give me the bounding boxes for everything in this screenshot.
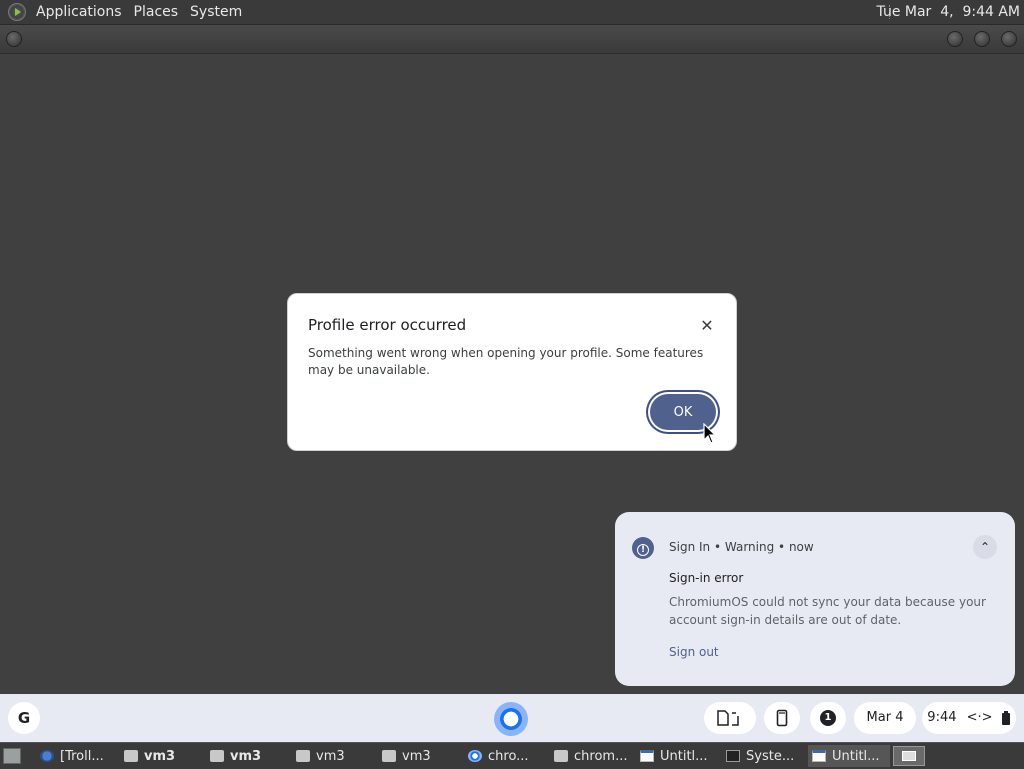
window-icon: [812, 750, 826, 762]
folder-icon: [210, 750, 224, 762]
warning-icon: !: [632, 537, 654, 559]
sign-in-notification[interactable]: ! Sign In • Warning • now ⌃ Sign-in erro…: [615, 512, 1015, 686]
taskbar-item-label: chrom...: [574, 748, 628, 764]
mouse-cursor-icon: [703, 423, 717, 444]
window-menu-button[interactable]: [6, 31, 22, 47]
bottom-taskbar: [Troll... vm3 vm3 vm3 vm3 chro... chrom.…: [0, 742, 1024, 769]
close-window-button[interactable]: [1001, 31, 1017, 47]
folder-icon: [382, 750, 396, 762]
taskbar-item-label: vm3: [402, 748, 431, 764]
holding-space-button[interactable]: [704, 702, 756, 734]
chromeos-shelf: G 1 Mar 4 9:44 <·>: [0, 694, 1024, 742]
sign-out-button[interactable]: Sign out: [669, 645, 719, 659]
minimize-button[interactable]: [947, 31, 963, 47]
taskbar-item-label: [Troll...: [60, 748, 104, 764]
applications-logo-icon[interactable]: [8, 3, 26, 21]
monitor-icon: [726, 750, 740, 762]
notification-severity: Warning: [724, 540, 775, 554]
chromium-shelf-icon[interactable]: [494, 702, 528, 736]
network-icon: <·>: [966, 710, 993, 725]
notification-meta: Sign In • Warning • now: [669, 540, 814, 554]
taskbar-item[interactable]: vm3: [206, 745, 288, 767]
date-tray[interactable]: Mar 4: [854, 702, 916, 734]
taskbar-item[interactable]: vm3: [378, 745, 460, 767]
file-icon: [717, 709, 739, 726]
taskbar-item-label: vm3: [316, 748, 345, 764]
notification-title: Sign-in error: [669, 571, 744, 585]
taskbar-item-label: Untitl...: [660, 748, 708, 764]
taskbar-item[interactable]: [Troll...: [36, 745, 116, 767]
menu-system[interactable]: System: [184, 4, 248, 20]
taskbar-item-label: Syste...: [746, 748, 795, 764]
taskbar-item[interactable]: chro...: [464, 745, 546, 767]
menu-applications[interactable]: Applications: [30, 4, 128, 20]
close-icon[interactable]: ✕: [699, 318, 715, 334]
taskbar-item-label: vm3: [144, 748, 176, 764]
folder-icon: [296, 750, 310, 762]
taskbar-item-label: chro...: [488, 748, 529, 764]
notification-body: ChromiumOS could not sync your data beca…: [669, 595, 986, 627]
menu-places[interactable]: Places: [128, 4, 185, 20]
taskbar-item-label: Untitl...: [832, 748, 880, 764]
folder-icon: [554, 750, 568, 762]
chrome-icon: [468, 750, 482, 762]
taskbar-item[interactable]: vm3: [292, 745, 374, 767]
dialog-title: Profile error occurred: [308, 316, 467, 334]
battery-icon: [1001, 710, 1010, 725]
show-desktop-icon[interactable]: [3, 748, 21, 764]
notification-time: now: [788, 540, 814, 554]
collapse-icon[interactable]: ⌃: [973, 535, 997, 559]
shelf-time: 9:44: [927, 710, 957, 725]
notification-count-badge: 1: [820, 709, 836, 726]
taskbar-item[interactable]: Untitl...: [636, 745, 718, 767]
meta-separator: •: [713, 540, 722, 554]
maximize-button[interactable]: [974, 31, 990, 47]
taskbar-item[interactable]: vm3: [120, 745, 202, 767]
notification-source: Sign In: [669, 540, 711, 554]
phone-hub-button[interactable]: [764, 702, 800, 734]
folder-icon: [124, 750, 138, 762]
notification-counter-button[interactable]: 1: [810, 702, 846, 734]
workspace-switcher[interactable]: [893, 746, 925, 766]
taskbar-item-active[interactable]: Untitl...: [808, 745, 890, 767]
window-icon: [640, 750, 654, 762]
dialog-message: Something went wrong when opening your p…: [308, 346, 704, 377]
launcher-button[interactable]: G: [8, 702, 40, 734]
taskbar-item-label: vm3: [230, 748, 262, 764]
top-menus: Applications Places System: [0, 0, 248, 24]
workspace-window-icon: [902, 751, 916, 761]
top-panel: Applications Places System Tue Mar 4, 9:…: [0, 0, 1024, 25]
meta-separator: •: [778, 540, 786, 554]
taskbar-item[interactable]: Syste...: [722, 745, 804, 767]
panel-clock[interactable]: Tue Mar 4, 9:44 AM: [877, 0, 1020, 24]
window-titlebar[interactable]: [0, 25, 1024, 54]
taskbar-item[interactable]: chrom...: [550, 745, 632, 767]
profile-error-dialog: Profile error occurred ✕ Something went …: [287, 293, 737, 451]
status-area-button[interactable]: 9:44 <·>: [922, 702, 1016, 734]
firefox-icon: [40, 750, 54, 762]
phone-icon: [776, 709, 788, 726]
